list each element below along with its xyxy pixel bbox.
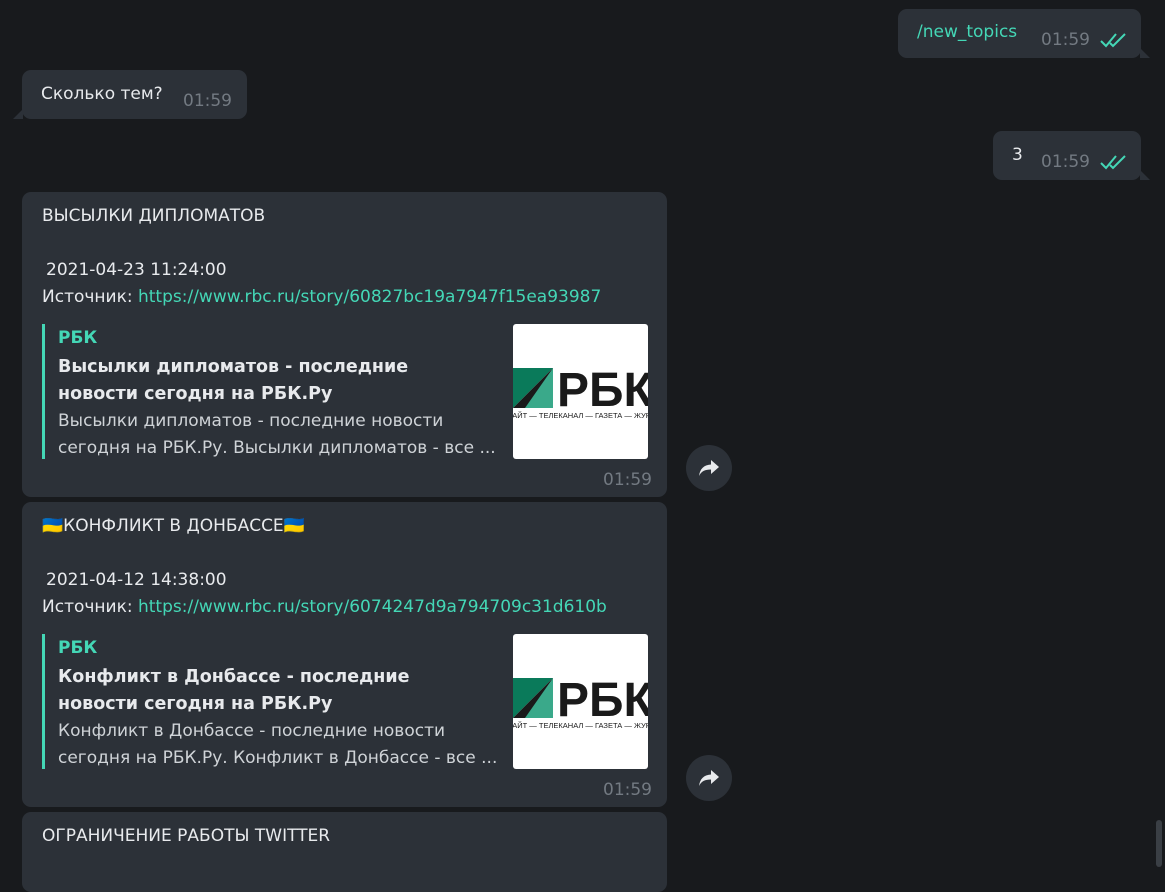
preview-site-name: РБК (58, 328, 98, 348)
share-arrow-icon (699, 770, 719, 786)
source-label: Источник: (42, 597, 138, 617)
message-time: 01:59 (183, 91, 232, 111)
link-preview[interactable]: РБК Конфликт в Донбассе - последние ново… (42, 634, 648, 769)
message-time: 01:59 (603, 470, 652, 490)
command-text[interactable]: /new_topics (917, 22, 1017, 42)
topic-card: ОГРАНИЧЕНИЕ РАБОТЫ TWITTER (22, 812, 667, 892)
source-link[interactable]: https://www.rbc.ru/story/6074247d9a79470… (138, 597, 607, 617)
message-incoming: Сколько тем? 01:59 (13, 70, 247, 119)
forward-button[interactable] (686, 755, 732, 801)
logo-tagline: САЙТ — ТЕЛЕКАНАЛ — ГАЗЕТА — ЖУРНАЛ (513, 411, 648, 420)
forward-button[interactable] (686, 445, 732, 491)
message-text: 3 (1012, 145, 1023, 165)
preview-description: Высылки дипломатов - последние новости с… (58, 411, 496, 458)
message-time: 01:59 (1041, 152, 1090, 172)
topic-title: ВЫСЫЛКИ ДИПЛОМАТОВ (42, 206, 266, 226)
source-label: Источник: (42, 287, 138, 307)
preview-site-name: РБК (58, 638, 98, 658)
logo-tagline: САЙТ — ТЕЛЕКАНАЛ — ГАЗЕТА — ЖУРНАЛ (513, 721, 648, 730)
topic-card: 🇺🇦КОНФЛИКТ В ДОНБАССЕ🇺🇦 2021-04-12 14:38… (22, 502, 667, 807)
logo-text: РБК (557, 364, 648, 417)
message-text: Сколько тем? (41, 84, 163, 104)
preview-description: Конфликт в Донбассе - последние новости … (58, 721, 498, 768)
rbc-logo-image: РБК САЙТ — ТЕЛЕКАНАЛ — ГАЗЕТА — ЖУРНАЛ (513, 634, 648, 769)
scrollbar[interactable] (1156, 820, 1162, 867)
topic-source: Источник: https://www.rbc.ru/story/60827… (42, 287, 601, 307)
message-time: 01:59 (1041, 30, 1090, 50)
double-check-icon (1100, 155, 1126, 170)
topic-date: 2021-04-23 11:24:00 (46, 260, 227, 280)
preview-headline: Конфликт в Донбассе - последние новости … (58, 667, 410, 714)
topic-source: Источник: https://www.rbc.ru/story/60742… (42, 597, 607, 617)
double-check-icon (1100, 33, 1126, 48)
logo-text: РБК (557, 674, 648, 727)
message-outgoing-command[interactable]: /new_topics 01:59 (898, 9, 1150, 58)
rbc-logo-image: РБК САЙТ — ТЕЛЕКАНАЛ — ГАЗЕТА — ЖУРНАЛ (513, 324, 648, 459)
topic-date: 2021-04-12 14:38:00 (46, 570, 227, 590)
message-time: 01:59 (603, 780, 652, 800)
topic-title: 🇺🇦КОНФЛИКТ В ДОНБАССЕ🇺🇦 (42, 516, 305, 536)
topic-title: ОГРАНИЧЕНИЕ РАБОТЫ TWITTER (42, 826, 331, 846)
message-outgoing: 3 01:59 (993, 131, 1150, 180)
share-arrow-icon (699, 460, 719, 476)
link-preview[interactable]: РБК Высылки дипломатов - последние новос… (42, 324, 648, 459)
topic-card: ВЫСЫЛКИ ДИПЛОМАТОВ 2021-04-23 11:24:00 И… (22, 192, 667, 497)
preview-headline: Высылки дипломатов - последние новости с… (58, 357, 409, 404)
source-link[interactable]: https://www.rbc.ru/story/60827bc19a7947f… (138, 287, 601, 307)
